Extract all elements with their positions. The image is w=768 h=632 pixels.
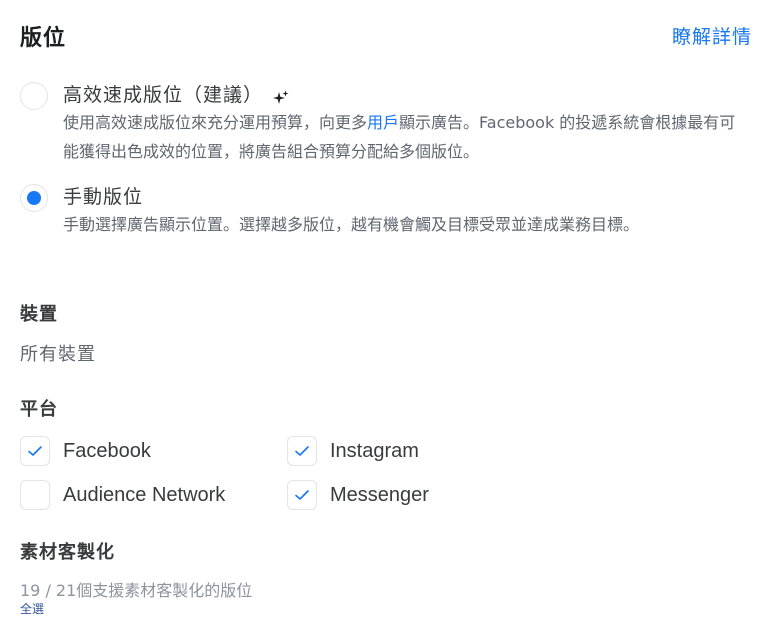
checkbox-messenger[interactable] xyxy=(287,480,317,510)
radio-option-advantage-placements[interactable]: 高效速成版位（建議） 使用高效速成版位來充分運用預算，向更多用戶顯示廣告。Fac… xyxy=(20,82,743,166)
checkbox-label-instagram: Instagram xyxy=(330,439,419,462)
radio-advantage-placements[interactable] xyxy=(20,82,48,110)
radio-label-manual-placements: 手動版位 xyxy=(63,186,144,208)
radio-manual-placements[interactable] xyxy=(20,184,48,212)
radio-selected-dot xyxy=(27,191,41,205)
checkbox-label-facebook: Facebook xyxy=(63,439,151,462)
checkbox-item-messenger[interactable]: Messenger xyxy=(287,480,429,510)
checkbox-instagram[interactable] xyxy=(287,436,317,466)
asset-customization-count: 19 / 21個支援素材客製化的版位 xyxy=(20,581,253,600)
select-all-link[interactable]: 全選 xyxy=(20,600,44,617)
radio-option-manual-placements[interactable]: 手動版位 手動選擇廣告顯示位置。選擇越多版位，越有機會觸及目標受眾並達成業務目標… xyxy=(20,184,733,239)
radio-description-advantage-placements: 使用高效速成版位來充分運用預算，向更多用戶顯示廣告。Facebook 的投遞系統… xyxy=(63,108,743,166)
checkbox-item-facebook[interactable]: Facebook xyxy=(20,436,151,466)
checkbox-facebook[interactable] xyxy=(20,436,50,466)
platforms-title: 平台 xyxy=(20,399,58,420)
checkmark-icon xyxy=(28,446,42,456)
devices-title: 裝置 xyxy=(20,304,58,325)
checkbox-label-audience-network: Audience Network xyxy=(63,483,226,506)
checkmark-icon xyxy=(295,446,309,456)
checkbox-item-audience-network[interactable]: Audience Network xyxy=(20,480,225,510)
description-text: 使用高效速成版位來充分運用預算，向更多 xyxy=(63,113,368,132)
section-title: 版位 xyxy=(20,26,67,51)
radio-label-advantage-placements: 高效速成版位（建議） xyxy=(63,84,264,106)
sparkle-icon xyxy=(273,87,289,104)
checkmark-icon xyxy=(295,490,309,500)
radio-description-manual-placements: 手動選擇廣告顯示位置。選擇越多版位，越有機會觸及目標受眾並達成業務目標。 xyxy=(63,215,640,234)
devices-value: 所有裝置 xyxy=(20,344,96,365)
checkbox-label-messenger: Messenger xyxy=(330,483,429,506)
checkbox-item-instagram[interactable]: Instagram xyxy=(287,436,419,466)
users-link[interactable]: 用戶 xyxy=(367,113,399,132)
learn-more-link[interactable]: 瞭解詳情 xyxy=(672,22,752,49)
checkbox-audience-network[interactable] xyxy=(20,480,50,510)
asset-customization-title: 素材客製化 xyxy=(20,542,115,563)
